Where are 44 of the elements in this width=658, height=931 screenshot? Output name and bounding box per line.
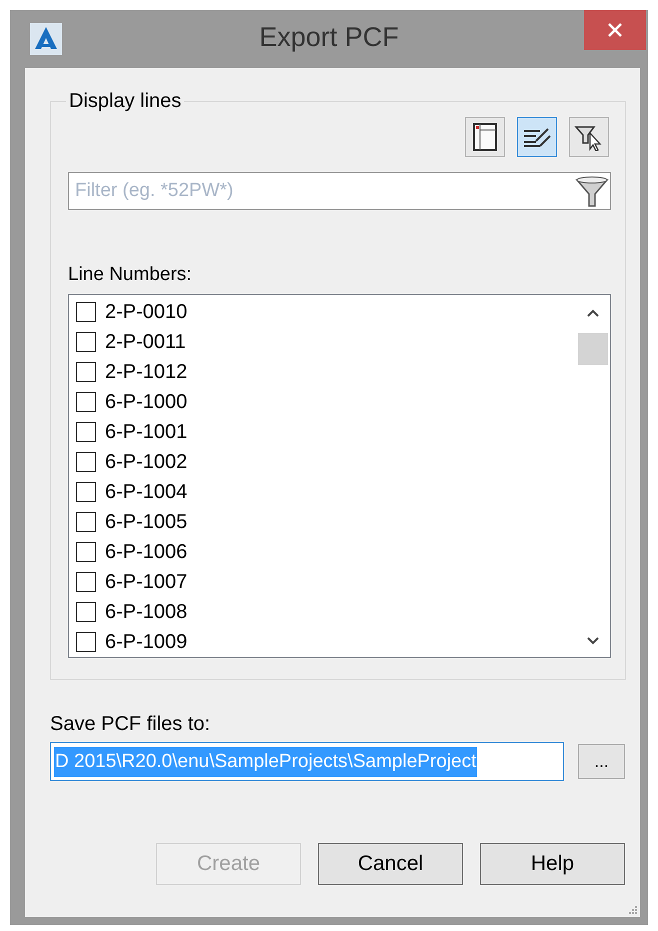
- checkbox[interactable]: [76, 302, 96, 322]
- line-item[interactable]: 6-P-1009: [69, 627, 576, 657]
- line-item[interactable]: 2-P-1012: [69, 357, 576, 387]
- scroll-thumb[interactable]: [578, 333, 608, 365]
- toolbar-button[interactable]: [465, 117, 505, 157]
- line-item[interactable]: 2-P-0011: [69, 327, 576, 357]
- checkbox[interactable]: [76, 392, 96, 412]
- close-button[interactable]: [584, 10, 646, 50]
- panel-icon: [472, 122, 498, 152]
- line-item[interactable]: 6-P-1001: [69, 417, 576, 447]
- save-label: Save PCF files to:: [50, 713, 212, 736]
- dialog-button[interactable]: Cancel: [318, 843, 463, 885]
- checkbox[interactable]: [76, 422, 96, 442]
- checkbox[interactable]: [76, 542, 96, 562]
- checkbox[interactable]: [76, 602, 96, 622]
- scroll-up-icon: [585, 307, 601, 319]
- checkbox[interactable]: [76, 512, 96, 532]
- filter-field[interactable]: Filter (eg. *52PW*): [68, 172, 611, 210]
- line-item[interactable]: 6-P-1000: [69, 387, 576, 417]
- window-title: Export PCF: [259, 22, 399, 53]
- checkbox[interactable]: [76, 572, 96, 592]
- checkbox[interactable]: [76, 452, 96, 472]
- checkbox[interactable]: [76, 362, 96, 382]
- toolbar-button[interactable]: [517, 117, 557, 157]
- line-item[interactable]: 6-P-1004: [69, 477, 576, 507]
- line-item[interactable]: 6-P-1002: [69, 447, 576, 477]
- group-label: Display lines: [68, 90, 182, 113]
- checkbox[interactable]: [76, 482, 96, 502]
- list-label: Line Numbers:: [68, 264, 193, 286]
- close-icon: [607, 22, 623, 38]
- browse-button[interactable]: ...: [578, 744, 625, 779]
- checkbox[interactable]: [76, 332, 96, 352]
- line-item[interactable]: 2-P-0010: [69, 297, 576, 327]
- line-item[interactable]: 6-P-1006: [69, 537, 576, 567]
- dialog-button[interactable]: Help: [480, 843, 625, 885]
- line-item[interactable]: 6-P-1007: [69, 567, 576, 597]
- checkbox[interactable]: [76, 632, 96, 652]
- line-item[interactable]: 6-P-1005: [69, 507, 576, 537]
- line-item[interactable]: 6-P-1008: [69, 597, 576, 627]
- filter-icon: [575, 174, 609, 208]
- toolbar-button[interactable]: [569, 117, 609, 157]
- resize-grip-icon: [628, 905, 638, 915]
- scroll-down-icon: [585, 635, 601, 647]
- app-logo-icon: [30, 23, 62, 55]
